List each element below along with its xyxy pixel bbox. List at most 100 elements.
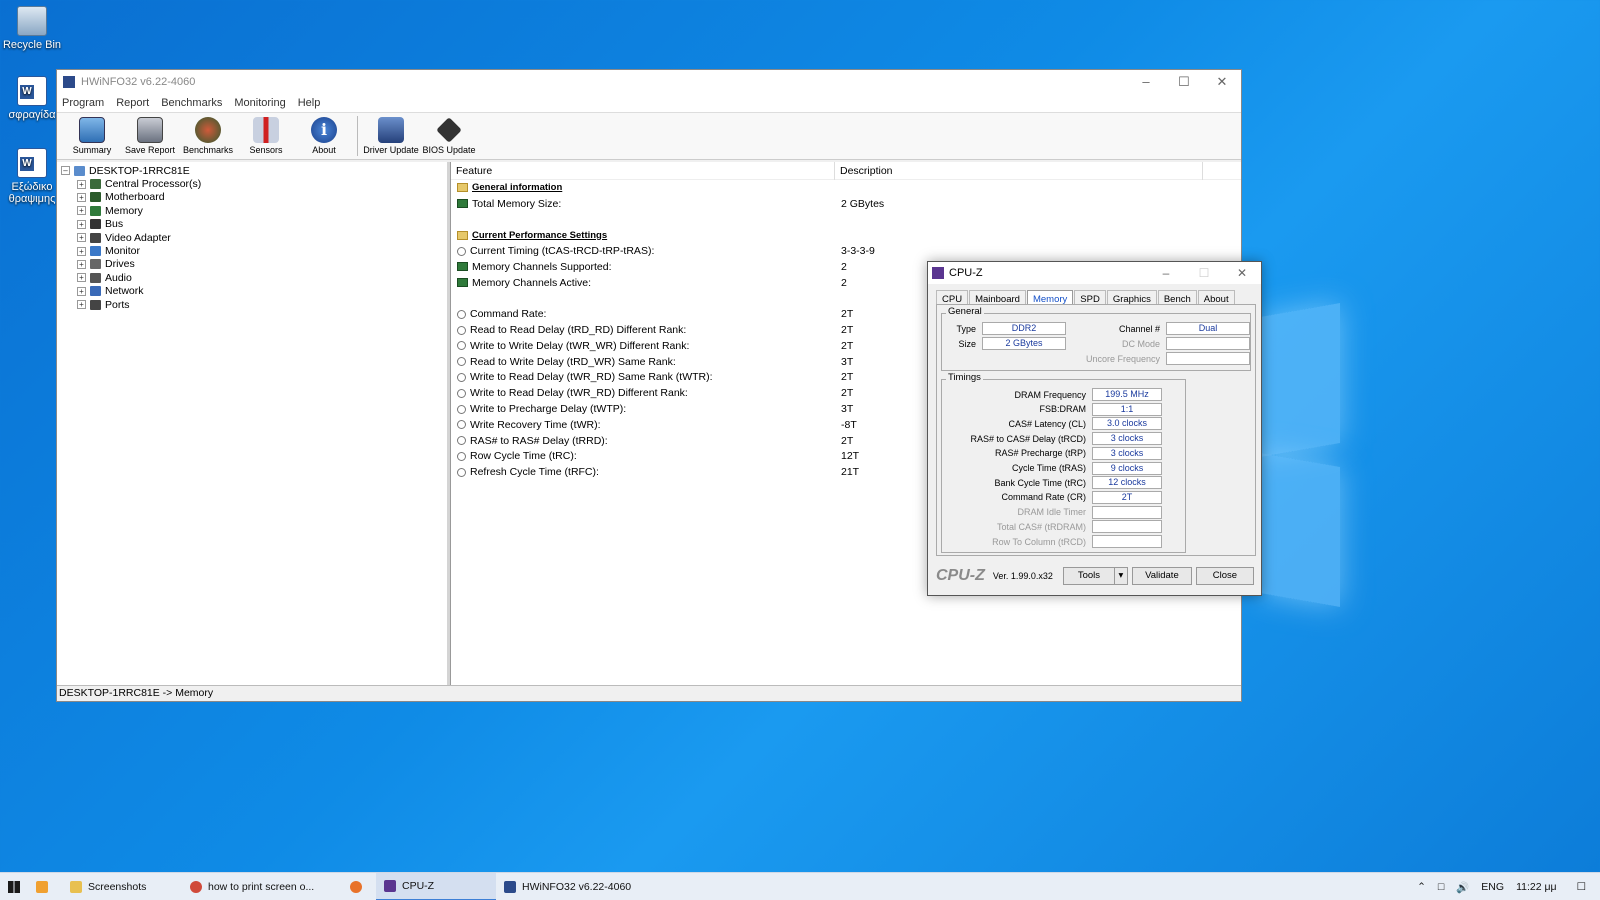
toolbar-separator (357, 116, 358, 156)
taskbar-item[interactable]: CPU-Z (376, 872, 496, 900)
taskbar-item[interactable]: how to print screen o... (182, 873, 342, 900)
tree-item[interactable]: + Central Processor(s) (61, 177, 443, 190)
feature-name: General information (472, 182, 563, 194)
word-doc-icon (17, 148, 47, 178)
desktop-icon-document-2[interactable]: Εξώδικο θραψιμης (0, 148, 64, 205)
summary-button[interactable]: Summary (63, 113, 121, 155)
feature-value: 3-3-3-9 (841, 245, 875, 258)
menu-help[interactable]: Help (298, 97, 321, 109)
feature-row[interactable]: Total Memory Size: 2 GBytes (451, 196, 1241, 212)
chevron-up-icon[interactable]: ⌃ (1411, 881, 1432, 893)
tools-dropdown-icon[interactable]: ▾ (1113, 567, 1128, 585)
expand-icon[interactable]: + (77, 219, 86, 229)
sensors-button[interactable]: Sensors (237, 113, 295, 155)
column-description[interactable]: Description (835, 161, 1203, 180)
expand-icon[interactable]: + (77, 233, 86, 243)
motherboard-icon (90, 192, 101, 203)
column-feature[interactable]: Feature (451, 161, 835, 180)
network-icon[interactable]: □ (1432, 881, 1450, 893)
tree-item[interactable]: + Motherboard (61, 191, 443, 204)
benchmarks-button[interactable]: Benchmarks (179, 113, 237, 155)
validate-button[interactable]: Validate (1131, 567, 1192, 585)
taskbar-item-label: HWiNFO32 v6.22-4060 (522, 880, 632, 893)
menu-monitoring[interactable]: Monitoring (234, 97, 285, 109)
desktop-icon-label: Εξώδικο θραψιμης (8, 181, 56, 205)
taskbar-item[interactable]: Screenshots (62, 873, 182, 900)
expand-icon[interactable]: + (77, 273, 86, 283)
expand-icon[interactable]: + (77, 206, 86, 216)
clock-icon (457, 451, 466, 461)
device-tree[interactable]: – DESKTOP-1RRC81E + Central Processor(s) +… (57, 162, 450, 685)
close-button[interactable]: ✕ (1223, 266, 1261, 280)
tree-item-label: Memory (105, 204, 143, 217)
maximize-button[interactable]: ☐ (1165, 70, 1203, 94)
timing-row: Command Rate (CR) 2T (946, 490, 1162, 504)
expand-icon[interactable]: + (77, 300, 86, 310)
taskbar-item[interactable]: HWiNFO32 v6.22-4060 (496, 873, 656, 900)
tree-item[interactable]: + Video Adapter (61, 231, 443, 244)
feature-row[interactable]: Current Performance Settings (451, 227, 1241, 243)
firefox-icon (350, 880, 362, 893)
word-doc-icon (17, 76, 47, 106)
timing-value: 3 clocks (1092, 446, 1162, 460)
about-button[interactable]: i About (295, 113, 353, 155)
folder-icon (70, 880, 82, 893)
hwinfo-titlebar[interactable]: HWiNFO32 v6.22-4060 – ☐ ✕ (57, 70, 1241, 94)
feature-row[interactable]: Current Timing (tCAS-tRCD-tRP-tRAS): 3-3-… (451, 243, 1241, 259)
menu-program[interactable]: Program (62, 97, 104, 109)
tree-item[interactable]: + Network (61, 285, 443, 298)
tree-item[interactable]: + Bus (61, 218, 443, 231)
expand-icon[interactable]: + (77, 246, 86, 256)
tree-item[interactable]: + Ports (61, 298, 443, 311)
start-button[interactable] (0, 873, 28, 900)
expand-icon[interactable]: + (77, 286, 86, 296)
tree-item[interactable]: + Memory (61, 204, 443, 217)
notification-icon[interactable]: ☐ (1563, 881, 1600, 893)
language-indicator[interactable]: ENG (1475, 881, 1510, 893)
feature-value: 2T (841, 308, 854, 321)
taskbar-item-label: CPU-Z (402, 879, 435, 892)
desktop-icon-recycle-bin[interactable]: Recycle Bin (0, 6, 64, 51)
menu-benchmarks[interactable]: Benchmarks (161, 97, 222, 109)
collapse-icon[interactable]: – (61, 166, 70, 176)
tree-item[interactable]: + Audio (61, 271, 443, 284)
close-button[interactable]: ✕ (1203, 70, 1241, 94)
taskbar-item[interactable] (342, 873, 376, 900)
timing-value: 199.5 MHz (1092, 388, 1162, 401)
cpuz-titlebar[interactable]: CPU-Z – ☐ ✕ (928, 262, 1261, 284)
close-dialog-button[interactable]: Close (1195, 567, 1254, 585)
expand-icon[interactable]: + (77, 192, 86, 202)
feature-value: -8T (841, 418, 857, 431)
clock[interactable]: 11:22 μμ (1510, 881, 1563, 893)
menu-report[interactable]: Report (116, 97, 149, 109)
clock-icon (457, 372, 466, 382)
taskbar-pinned-app[interactable] (28, 873, 62, 900)
minimize-button[interactable]: – (1127, 70, 1165, 94)
feature-row[interactable] (451, 212, 1241, 228)
maximize-button: ☐ (1198, 266, 1210, 280)
tree-item[interactable]: + Monitor (61, 244, 443, 257)
tree-item[interactable]: + Drives (61, 258, 443, 271)
save-report-button[interactable]: Save Report (121, 113, 179, 155)
feature-row[interactable]: General information (451, 180, 1241, 196)
chrome-icon (190, 880, 202, 893)
tree-item-label: Video Adapter (105, 231, 171, 244)
expand-icon[interactable]: + (77, 259, 86, 269)
desktop-icon-document-1[interactable]: σφραγίδα (0, 76, 64, 121)
driver-update-button[interactable]: Driver Update (362, 113, 420, 155)
volume-icon[interactable]: 🔊 (1450, 881, 1475, 894)
bios-update-button[interactable]: BIOS Update (420, 113, 478, 155)
bus-icon (90, 219, 101, 230)
timing-label: CAS# Latency (CL) (1008, 418, 1086, 429)
tools-button[interactable]: Tools (1062, 567, 1115, 585)
tree-root[interactable]: – DESKTOP-1RRC81E (61, 164, 443, 177)
expand-icon[interactable]: + (77, 179, 86, 189)
minimize-button[interactable]: – (1147, 266, 1185, 280)
feature-value: 2T (841, 387, 854, 400)
timing-row: Cycle Time (tRAS) 9 clocks (946, 461, 1162, 475)
monitor-icon (90, 246, 101, 257)
feature-name: Memory Channels Supported: (472, 260, 612, 273)
feature-value: 12T (841, 450, 860, 463)
taskbar: Screenshots how to print screen o... CPU-Z… (0, 872, 1600, 900)
column-header: Feature Description (451, 161, 1241, 180)
